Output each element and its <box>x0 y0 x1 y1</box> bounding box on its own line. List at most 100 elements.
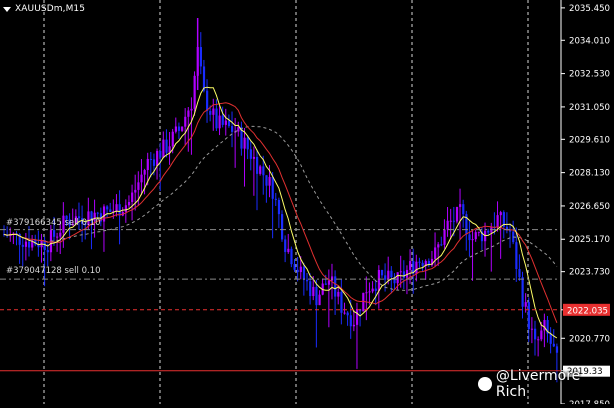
symbol-title-bar: XAUUSDm,M15 <box>3 2 85 16</box>
candle-body <box>199 47 202 67</box>
watermark-text: @Livermore Rich <box>495 368 581 400</box>
candle-body <box>218 115 221 129</box>
price-axis-label: 2032.530 <box>569 70 610 80</box>
candle-body <box>374 288 377 291</box>
candle-body <box>299 266 302 273</box>
candle-body <box>265 175 268 186</box>
candle-body <box>390 270 393 278</box>
candle-body <box>346 312 349 316</box>
candle-body <box>327 280 331 285</box>
candle-body <box>296 269 299 273</box>
candle-body <box>534 328 537 340</box>
candle-body <box>221 115 224 125</box>
price-axis-label: 2031.050 <box>569 103 610 113</box>
candle-body <box>56 236 59 238</box>
candle-body <box>152 159 156 166</box>
candle-body <box>146 158 149 171</box>
candle-body <box>471 239 474 241</box>
candle-body <box>209 110 212 115</box>
candle-body <box>21 244 24 247</box>
candle-body <box>409 261 412 270</box>
candle-body <box>237 127 240 132</box>
price-chart[interactable]: 2035.450 2034.010 2032.530 2031.050 2029.610… <box>0 0 614 408</box>
candle-body <box>459 204 462 207</box>
candle-body <box>305 279 309 282</box>
candle-body <box>162 139 165 158</box>
candle-body <box>302 266 306 280</box>
current-price-badge-text: 2022.035 <box>567 306 608 316</box>
candle-body <box>27 241 31 248</box>
candle-body <box>46 250 49 253</box>
candle-body <box>443 229 446 245</box>
candle-body <box>462 204 465 215</box>
candle-body <box>187 110 190 117</box>
order-label-2[interactable]: #379047128 sell 0.10 <box>6 266 101 276</box>
candle-body <box>156 150 159 166</box>
candle-body <box>281 214 284 240</box>
candle-body <box>449 220 452 222</box>
candle-body <box>415 261 418 274</box>
candle-body <box>246 137 249 150</box>
candle-body <box>52 230 56 237</box>
candle-body <box>174 126 177 132</box>
candle-body <box>368 291 371 293</box>
candle-body <box>227 120 231 127</box>
candle-body <box>515 242 518 270</box>
price-axis-label: 2035.450 <box>569 4 610 14</box>
candle-body <box>165 139 168 153</box>
candle-body <box>262 166 265 176</box>
candle-body <box>274 198 277 200</box>
candle-body <box>140 174 143 183</box>
candle-body <box>215 108 218 129</box>
candle-body <box>530 328 534 330</box>
candle-body <box>127 201 131 206</box>
candle-body <box>312 286 315 297</box>
candle-body <box>380 269 384 276</box>
candle-body <box>184 116 187 127</box>
candle-body <box>134 189 137 193</box>
candle-body <box>324 283 327 285</box>
candle-body <box>477 231 480 233</box>
chart-canvas[interactable]: 2035.450 2034.010 2032.530 2031.050 2029.610… <box>0 0 614 408</box>
price-axis-label: 2020.770 <box>569 334 610 344</box>
price-axis-label: 2023.730 <box>569 268 610 278</box>
weibo-icon <box>478 377 492 391</box>
price-axis-label: 2028.130 <box>569 169 610 179</box>
price-axis-label: 2029.610 <box>569 135 610 145</box>
candle-body <box>418 261 421 263</box>
candle-body <box>96 212 99 214</box>
order-label-1[interactable]: #379166345 sell 0.10 <box>6 218 101 228</box>
candle-body <box>290 248 293 265</box>
candle-body <box>446 220 449 230</box>
candle-body <box>402 271 406 278</box>
candle-body <box>206 90 209 111</box>
candle-body <box>115 204 118 212</box>
candle-body <box>149 158 153 160</box>
candle-body <box>487 230 490 233</box>
candle-body <box>399 271 402 273</box>
candle-body <box>362 292 365 312</box>
candle-body <box>499 212 502 216</box>
candle-body <box>309 281 312 297</box>
candle-body <box>474 232 477 240</box>
candle-body <box>268 176 271 186</box>
candle-body <box>518 269 521 278</box>
candle-body <box>524 302 527 307</box>
candle-body <box>131 192 134 202</box>
candle-body <box>293 264 296 270</box>
candle-body <box>496 215 499 228</box>
candle-body <box>137 182 140 190</box>
candle-body <box>259 166 262 174</box>
dropdown-triangle-icon[interactable] <box>3 6 11 12</box>
candle-body <box>256 156 259 174</box>
watermark: @Livermore Rich <box>478 368 614 400</box>
candle-body <box>340 291 343 313</box>
price-axis-label: 2034.010 <box>569 36 610 46</box>
candle-body <box>334 276 337 297</box>
candle-body <box>355 309 359 325</box>
candle-body <box>109 209 112 213</box>
candle-body <box>118 204 121 216</box>
candle-body <box>24 241 28 247</box>
candle-body <box>371 288 374 292</box>
candle-body <box>440 244 443 246</box>
